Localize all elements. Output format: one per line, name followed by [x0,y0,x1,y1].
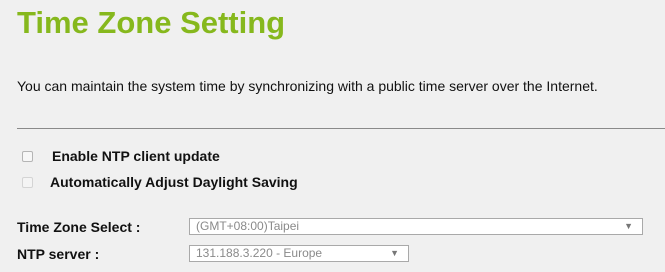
page-description: You can maintain the system time by sync… [17,78,598,94]
chevron-down-icon: ▼ [624,221,633,231]
daylight-saving-label: Automatically Adjust Daylight Saving [50,174,298,190]
ntp-client-update-option: Enable NTP client update [22,148,220,164]
ntp-server-row: NTP server : 131.188.3.220 - Europe ▼ [17,245,409,262]
time-zone-select[interactable]: (GMT+08:00)Taipei ▼ [189,218,643,235]
page-title: Time Zone Setting [17,5,286,40]
time-zone-value: (GMT+08:00)Taipei [196,219,300,233]
ntp-client-update-label: Enable NTP client update [52,148,220,164]
daylight-saving-checkbox[interactable] [22,176,33,188]
time-zone-row: Time Zone Select : (GMT+08:00)Taipei ▼ [17,218,643,235]
ntp-server-select[interactable]: 131.188.3.220 - Europe ▼ [189,245,409,262]
ntp-server-value: 131.188.3.220 - Europe [196,246,323,260]
daylight-saving-option: Automatically Adjust Daylight Saving [22,174,298,190]
ntp-client-update-checkbox[interactable] [22,150,33,162]
ntp-server-label: NTP server : [17,245,100,262]
time-zone-label: Time Zone Select : [17,218,141,235]
chevron-down-icon: ▼ [390,248,399,258]
section-divider [17,128,665,129]
